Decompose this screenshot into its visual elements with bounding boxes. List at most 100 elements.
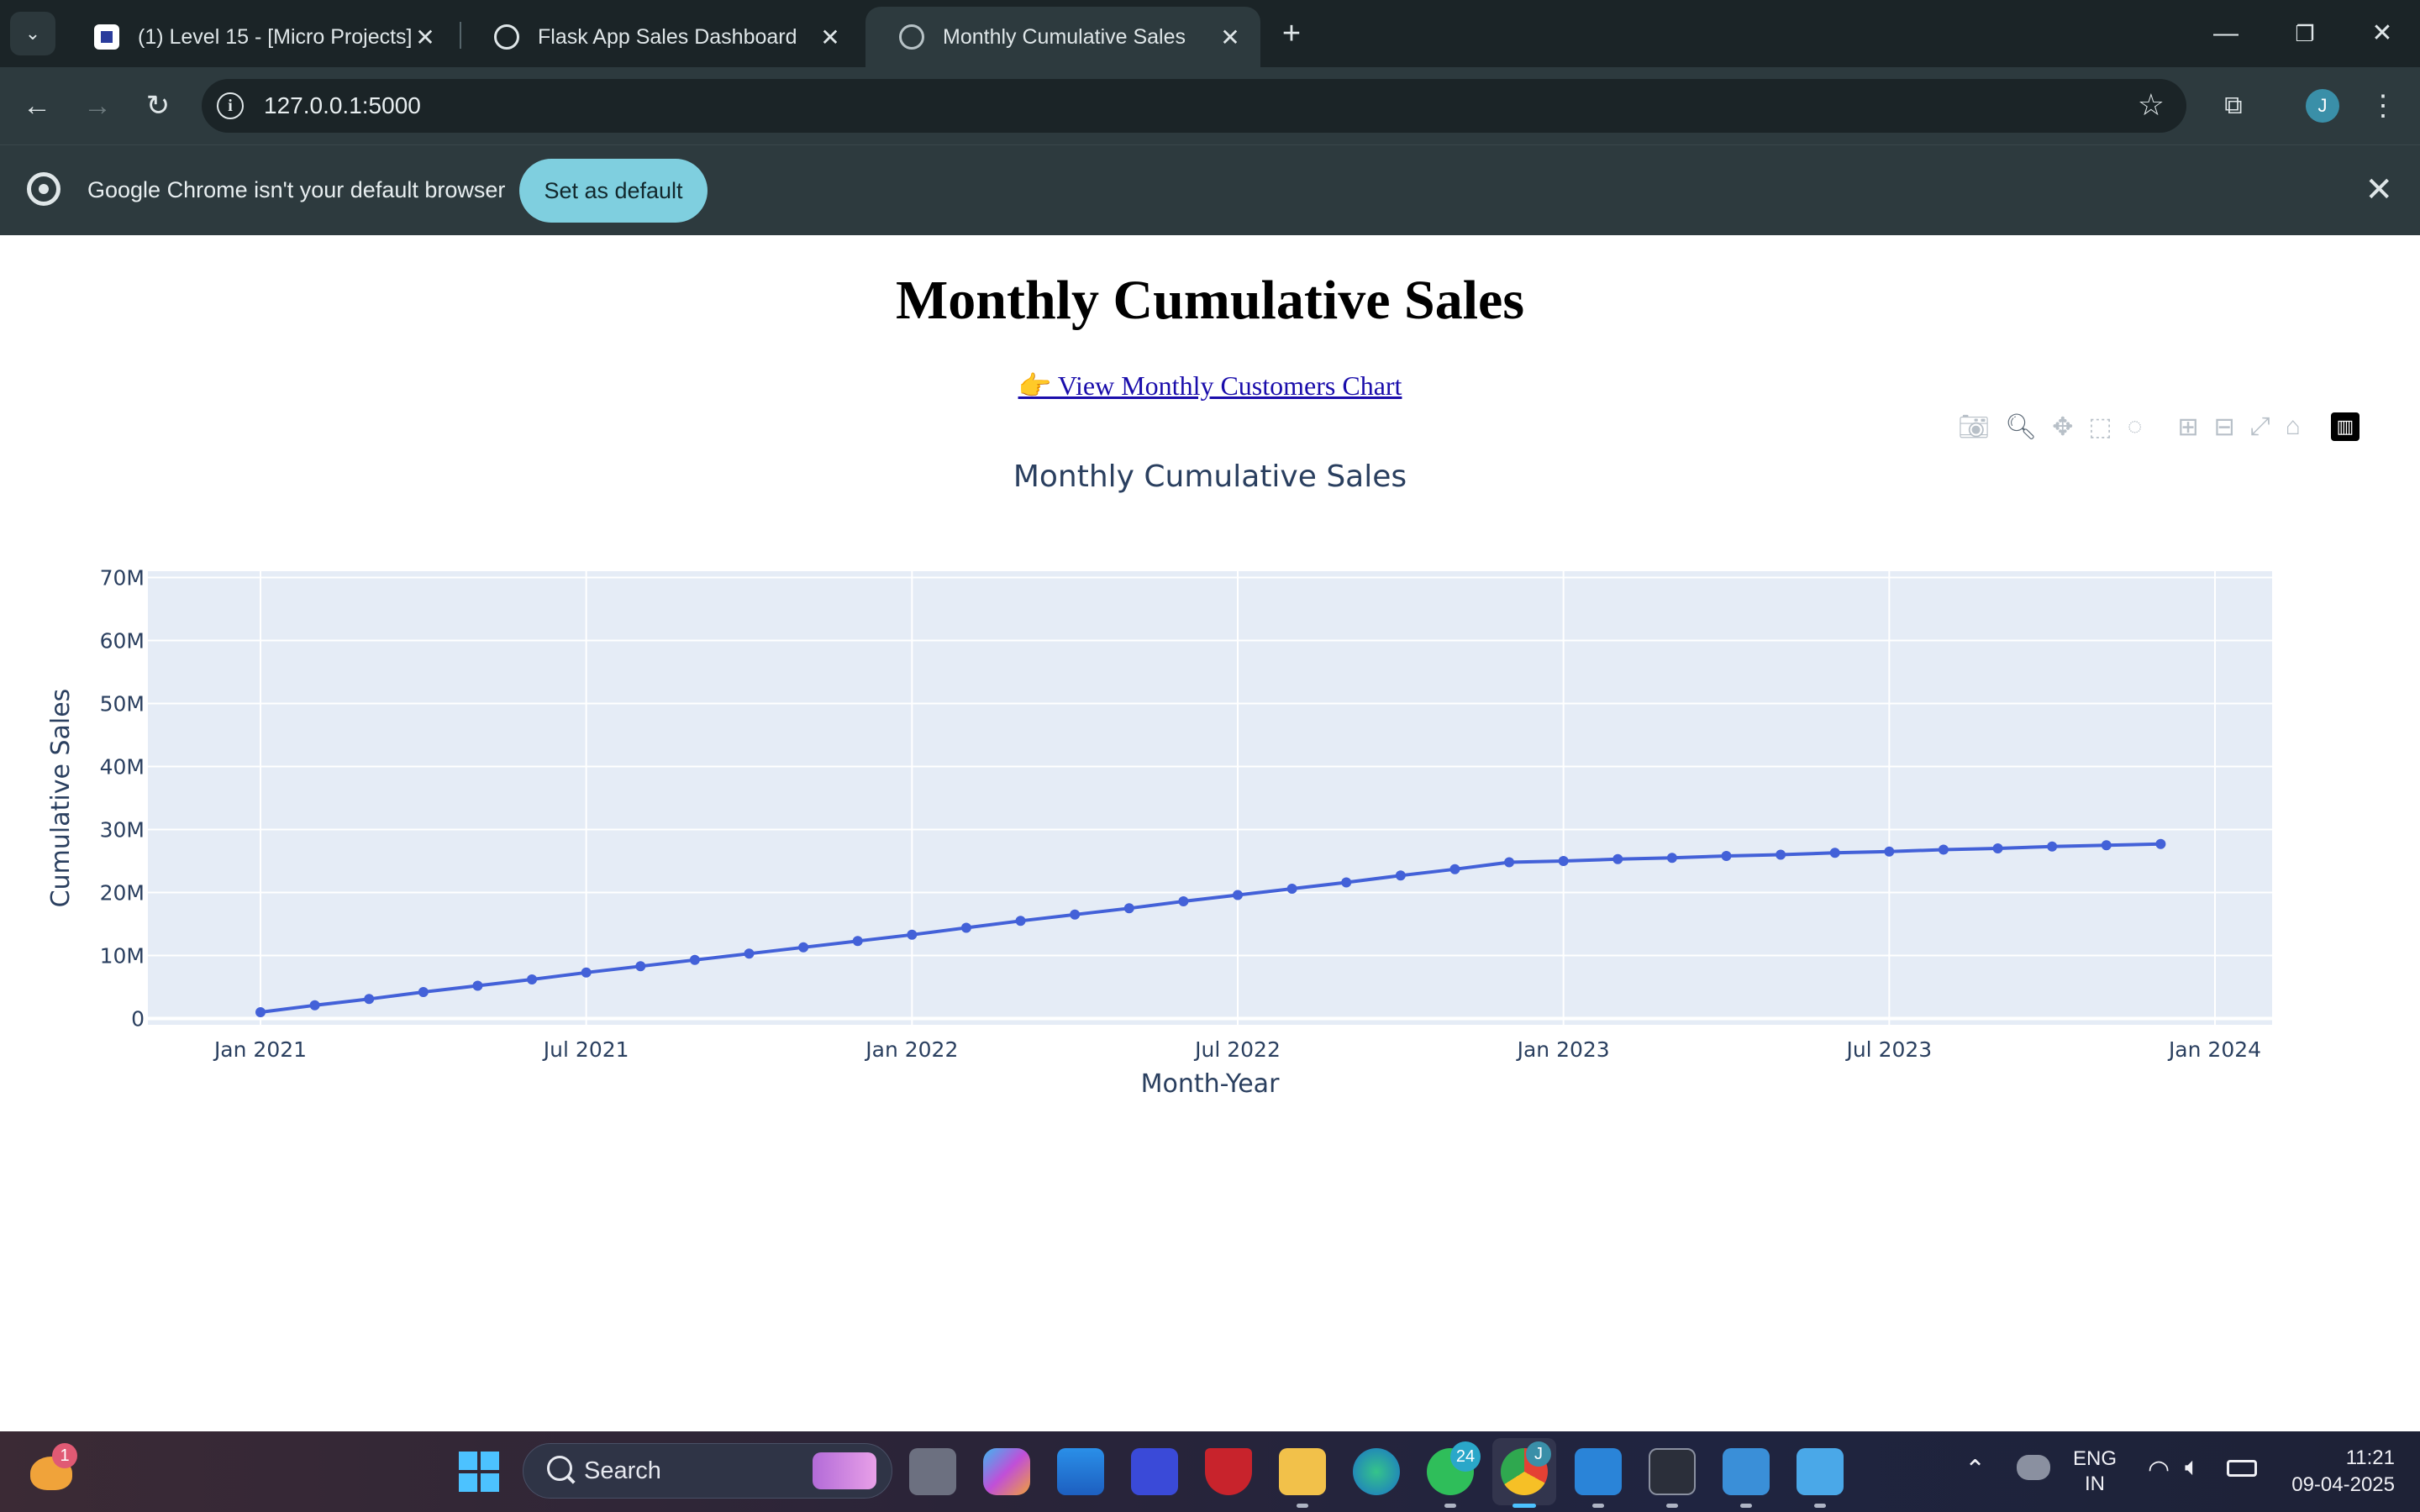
data-point[interactable] — [1776, 849, 1786, 860]
notepad-icon[interactable] — [1797, 1448, 1844, 1495]
url-text[interactable]: 127.0.0.1:5000 — [264, 92, 421, 119]
data-point[interactable] — [1015, 916, 1026, 927]
data-point[interactable] — [1992, 843, 2003, 853]
start-icon[interactable] — [459, 1452, 499, 1492]
camera-icon[interactable]: 📷︎ — [1958, 412, 1990, 442]
terminal-icon[interactable] — [1649, 1448, 1696, 1495]
x-tick-label: Jan 2023 — [1516, 1037, 1610, 1062]
y-axis-title: Cumulative Sales — [46, 689, 76, 908]
data-point[interactable] — [309, 1000, 320, 1011]
minimize-button[interactable]: — — [2196, 13, 2255, 54]
new-tab-button[interactable]: + — [1273, 15, 1310, 52]
close-window-button[interactable]: ✕ — [2353, 13, 2412, 54]
data-point[interactable] — [1612, 853, 1623, 864]
data-point[interactable] — [1504, 857, 1515, 868]
data-point[interactable] — [1558, 856, 1569, 866]
data-point[interactable] — [1829, 848, 1840, 858]
zoom-out-icon[interactable]: ⊟ — [2214, 412, 2235, 442]
data-point[interactable] — [1233, 890, 1243, 900]
plotly-logo-icon[interactable]: ▥ — [2330, 412, 2360, 441]
extensions-icon[interactable]: ⧉ — [2213, 86, 2254, 126]
data-point[interactable] — [1884, 846, 1895, 857]
data-point[interactable] — [960, 922, 971, 933]
x-tick-label: Jan 2022 — [864, 1037, 958, 1062]
back-button[interactable]: ← — [17, 86, 57, 126]
data-point[interactable] — [1395, 870, 1406, 881]
data-point[interactable] — [1286, 884, 1297, 894]
close-tab-icon[interactable]: ✕ — [817, 24, 844, 51]
data-point[interactable] — [798, 942, 809, 953]
task-view-icon[interactable] — [909, 1448, 956, 1495]
data-point[interactable] — [418, 987, 429, 997]
data-point[interactable] — [581, 967, 592, 978]
data-point[interactable] — [472, 980, 483, 991]
reload-button[interactable]: ↻ — [138, 86, 178, 126]
data-point[interactable] — [1123, 903, 1134, 914]
y-tick-label: 10M — [100, 944, 145, 969]
y-tick-label: 70M — [100, 566, 145, 591]
mcafee-icon[interactable] — [1205, 1448, 1252, 1495]
close-tab-icon[interactable]: ✕ — [412, 24, 439, 51]
tab-level15[interactable]: (1) Level 15 - [Micro Projects] ✕ — [60, 7, 455, 67]
zoom-icon[interactable]: 🔍︎ — [2005, 412, 2037, 442]
file-explorer-icon[interactable] — [1279, 1448, 1326, 1495]
volume-icon[interactable]: 🔈︎ — [2185, 1453, 2200, 1482]
microsoft-store-icon[interactable] — [1057, 1448, 1104, 1495]
set-as-default-button[interactable]: Set as default — [519, 159, 708, 223]
wifi-icon[interactable]: ◠ — [2148, 1455, 2170, 1484]
cumulative-sales-chart[interactable]: Monthly Cumulative Sales 0 10M 20M 30M 40M 50… — [0, 235, 2420, 1159]
bookmark-star-icon[interactable]: ☆ — [2138, 87, 2165, 123]
show-hidden-icons-icon[interactable]: ⌃ — [1965, 1455, 1986, 1484]
data-point[interactable] — [2101, 840, 2112, 851]
data-point[interactable] — [255, 1007, 266, 1017]
data-point[interactable] — [744, 948, 755, 959]
copilot-icon[interactable] — [983, 1448, 1030, 1495]
app-icon[interactable] — [1131, 1448, 1178, 1495]
battery-icon[interactable] — [2227, 1460, 2257, 1477]
infobar-message: Google Chrome isn't your default browser — [87, 177, 506, 202]
tab-flask-dashboard[interactable]: Flask App Sales Dashboard ✕ — [460, 7, 860, 67]
data-point[interactable] — [1449, 864, 1460, 874]
browser-menu-icon[interactable]: ⋮ — [2363, 86, 2403, 126]
photos-icon[interactable] — [1723, 1448, 1770, 1495]
data-point[interactable] — [1178, 896, 1189, 906]
clock[interactable]: 11:21 09-04-2025 — [2286, 1445, 2395, 1499]
vscode-icon[interactable] — [1575, 1448, 1622, 1495]
whatsapp-badge: 24 — [1450, 1441, 1481, 1472]
data-point[interactable] — [364, 994, 375, 1005]
reset-axes-icon[interactable]: ⌂ — [2286, 412, 2301, 441]
data-point[interactable] — [1070, 909, 1081, 920]
restore-button[interactable]: ❐ — [2275, 13, 2334, 54]
onedrive-icon[interactable] — [2017, 1455, 2050, 1480]
data-point[interactable] — [2047, 841, 2058, 852]
data-point[interactable] — [2155, 838, 2166, 849]
lasso-select-icon[interactable]: ◌ — [2128, 412, 2143, 441]
language-indicator[interactable]: ENG IN — [2067, 1446, 2123, 1497]
taskbar-search[interactable]: Search — [523, 1443, 892, 1499]
autoscale-icon[interactable]: ⤢ — [2250, 412, 2270, 441]
edge-icon[interactable] — [1353, 1448, 1400, 1495]
data-point[interactable] — [1341, 877, 1352, 888]
data-point[interactable] — [852, 936, 863, 947]
data-point[interactable] — [907, 929, 918, 940]
plot-area[interactable] — [148, 571, 2272, 1025]
data-point[interactable] — [1666, 853, 1677, 864]
data-point[interactable] — [635, 961, 646, 972]
address-bar[interactable]: i 127.0.0.1:5000 ☆ — [202, 79, 2186, 133]
data-point[interactable] — [1721, 851, 1732, 861]
tab-monthly-cumulative-sales[interactable]: Monthly Cumulative Sales ✕ — [865, 7, 1260, 67]
site-info-icon[interactable]: i — [217, 92, 244, 119]
data-point[interactable] — [689, 954, 700, 965]
forward-button[interactable]: → — [77, 86, 118, 126]
plot-modebar: 📷︎ 🔍︎ ✥ ⬚ ◌ ⊞ ⊟ ⤢ ⌂ ▥ — [1958, 410, 2375, 444]
zoom-in-icon[interactable]: ⊞ — [2178, 412, 2199, 442]
site-favicon-icon — [94, 24, 119, 50]
data-point[interactable] — [527, 974, 538, 984]
profile-avatar[interactable]: J — [2306, 89, 2339, 123]
pan-icon[interactable]: ✥ — [2052, 412, 2073, 442]
tab-search-button[interactable]: ⌄ — [10, 12, 55, 55]
infobar-close-icon[interactable]: ✕ — [2365, 171, 2393, 209]
data-point[interactable] — [1938, 844, 1949, 855]
box-select-icon[interactable]: ⬚ — [2088, 412, 2112, 442]
close-tab-icon[interactable]: ✕ — [1217, 24, 1244, 51]
